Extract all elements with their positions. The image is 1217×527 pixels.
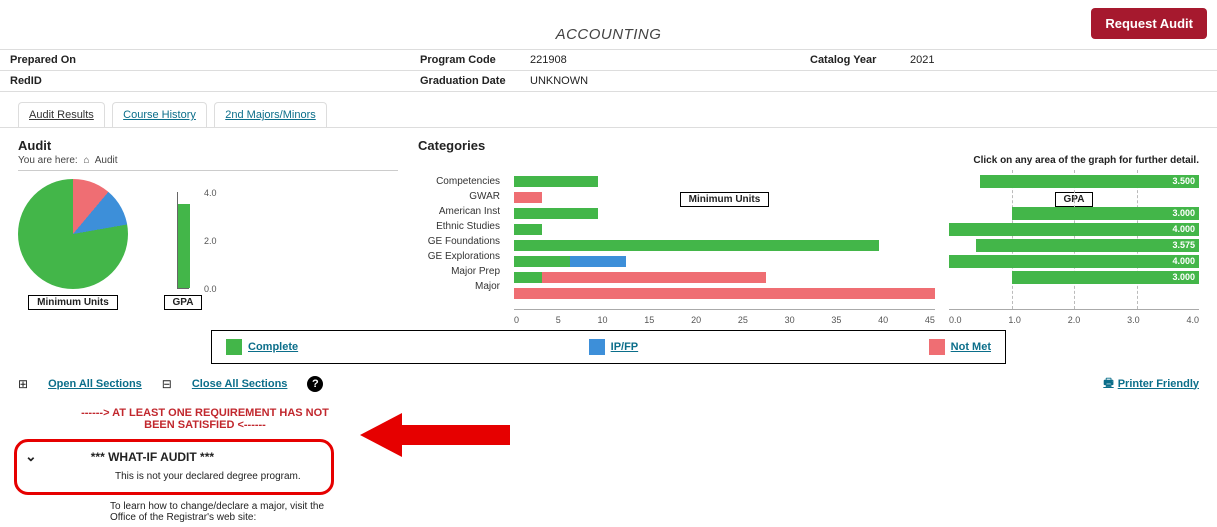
tick: 25 <box>738 315 748 325</box>
legend-swatch-red <box>929 339 945 355</box>
whatif-audit-box: ⌄ *** WHAT-IF AUDIT *** This is not your… <box>14 439 334 495</box>
gpa-tick: 4.0 <box>204 188 217 198</box>
cat-label: Major <box>418 279 500 294</box>
categories-gpa-chart[interactable]: 3.500 3.000 4.000 3.575 4.000 3.000 0.0 … <box>949 170 1199 310</box>
legend-swatch-blue <box>589 339 605 355</box>
gpa-tick: 0.0 <box>204 284 217 294</box>
tick: 2.0 <box>1068 315 1081 325</box>
tick: 0.0 <box>949 315 962 325</box>
audit-heading: Audit <box>18 138 398 153</box>
tick: 20 <box>691 315 701 325</box>
min-units-caption: Minimum Units <box>28 295 118 310</box>
table-row: Prepared On Program Code 221908 Catalog … <box>0 50 1217 71</box>
prepared-on-label: Prepared On <box>0 50 150 71</box>
cat-label: GE Explorations <box>418 249 500 264</box>
cat-label: GE Foundations <box>418 234 500 249</box>
categories-heading: Categories <box>418 138 1199 153</box>
legend-complete[interactable]: Complete <box>226 339 298 355</box>
legend-swatch-green <box>226 339 242 355</box>
crumb-current: Audit <box>95 155 118 166</box>
legend-not-met[interactable]: Not Met <box>929 339 991 355</box>
tick: 3.0 <box>1127 315 1140 325</box>
gpa-tick: 2.0 <box>204 236 217 246</box>
printer-icon: 🖶 <box>1103 374 1113 393</box>
gpa-bar-value: 3.000 <box>1172 271 1195 284</box>
expand-icon: ⊞ <box>18 377 28 391</box>
tick: 30 <box>785 315 795 325</box>
program-code-label: Program Code <box>410 50 520 71</box>
legend: Complete IP/FP Not Met <box>211 330 1006 364</box>
redid-label: RedID <box>0 71 150 92</box>
gpa-mini-caption: GPA <box>164 295 203 310</box>
program-code-value: 221908 <box>520 50 800 71</box>
program-info-table: Prepared On Program Code 221908 Catalog … <box>0 49 1217 92</box>
gpa-bar-value: 3.500 <box>1172 175 1195 188</box>
registrar-note: To learn how to change/declare a major, … <box>110 501 330 523</box>
cat-label: Competencies <box>418 174 500 189</box>
grad-date-value: UNKNOWN <box>520 71 800 92</box>
catalog-year-label: Catalog Year <box>800 50 900 71</box>
gpa-mini-chart[interactable] <box>177 192 189 289</box>
tick: 40 <box>878 315 888 325</box>
whatif-subtext: This is not your declared degree program… <box>115 471 323 482</box>
prepared-on-value <box>150 50 410 71</box>
close-all-sections-link[interactable]: Close All Sections <box>192 378 288 390</box>
whatif-title: *** WHAT-IF AUDIT *** <box>91 450 214 464</box>
tick: 45 <box>925 315 935 325</box>
gpa-bar-value: 4.000 <box>1172 255 1195 268</box>
home-icon <box>80 155 92 166</box>
tab-course-history[interactable]: Course History <box>112 102 207 127</box>
request-audit-button[interactable]: Request Audit <box>1091 8 1207 39</box>
table-row: RedID Graduation Date UNKNOWN <box>0 71 1217 92</box>
cat-label: Ethnic Studies <box>418 219 500 234</box>
callout-arrow-icon <box>360 413 510 453</box>
tick: 10 <box>598 315 608 325</box>
tab-bar: Audit Results Course History 2nd Majors/… <box>18 102 1217 127</box>
help-icon[interactable]: ? <box>307 376 323 392</box>
tick: 4.0 <box>1186 315 1199 325</box>
tab-second-majors[interactable]: 2nd Majors/Minors <box>214 102 326 127</box>
collapse-icon: ⊟ <box>162 377 172 391</box>
grad-date-label: Graduation Date <box>410 71 520 92</box>
categories-instruction: Click on any area of the graph for furth… <box>418 155 1199 166</box>
gpa-bar-value: 4.000 <box>1172 223 1195 236</box>
page-title: ACCOUNTING <box>0 26 1217 43</box>
tick: 35 <box>831 315 841 325</box>
gpa-bar-value: 3.000 <box>1172 207 1195 220</box>
cat-label: American Inst <box>418 204 500 219</box>
gpa-bar-value: 3.575 <box>1172 239 1195 252</box>
catalog-year-value: 2021 <box>900 50 1217 71</box>
tick: 15 <box>644 315 654 325</box>
breadcrumb: You are here: Audit <box>18 155 398 171</box>
legend-ipfp[interactable]: IP/FP <box>589 339 639 355</box>
tick: 5 <box>556 315 561 325</box>
tick: 0 <box>514 315 519 325</box>
tab-audit-results[interactable]: Audit Results <box>18 102 105 127</box>
printer-friendly-link[interactable]: 🖶 Printer Friendly <box>1103 374 1199 393</box>
requirement-warning: ------> AT LEAST ONE REQUIREMENT HAS NOT… <box>80 407 330 431</box>
min-units-pie-chart[interactable] <box>18 179 128 289</box>
chevron-down-icon[interactable]: ⌄ <box>25 448 37 465</box>
tick: 1.0 <box>1008 315 1021 325</box>
cat-label: Major Prep <box>418 264 500 279</box>
cat-label: GWAR <box>418 189 500 204</box>
category-labels: Competencies GWAR American Inst Ethnic S… <box>418 170 500 310</box>
redid-value <box>150 71 410 92</box>
categories-units-chart[interactable]: 0 5 10 15 20 25 30 35 40 45 Minimum Unit… <box>514 170 935 310</box>
crumb-prefix: You are here: <box>18 155 78 166</box>
open-all-sections-link[interactable]: Open All Sections <box>48 378 142 390</box>
